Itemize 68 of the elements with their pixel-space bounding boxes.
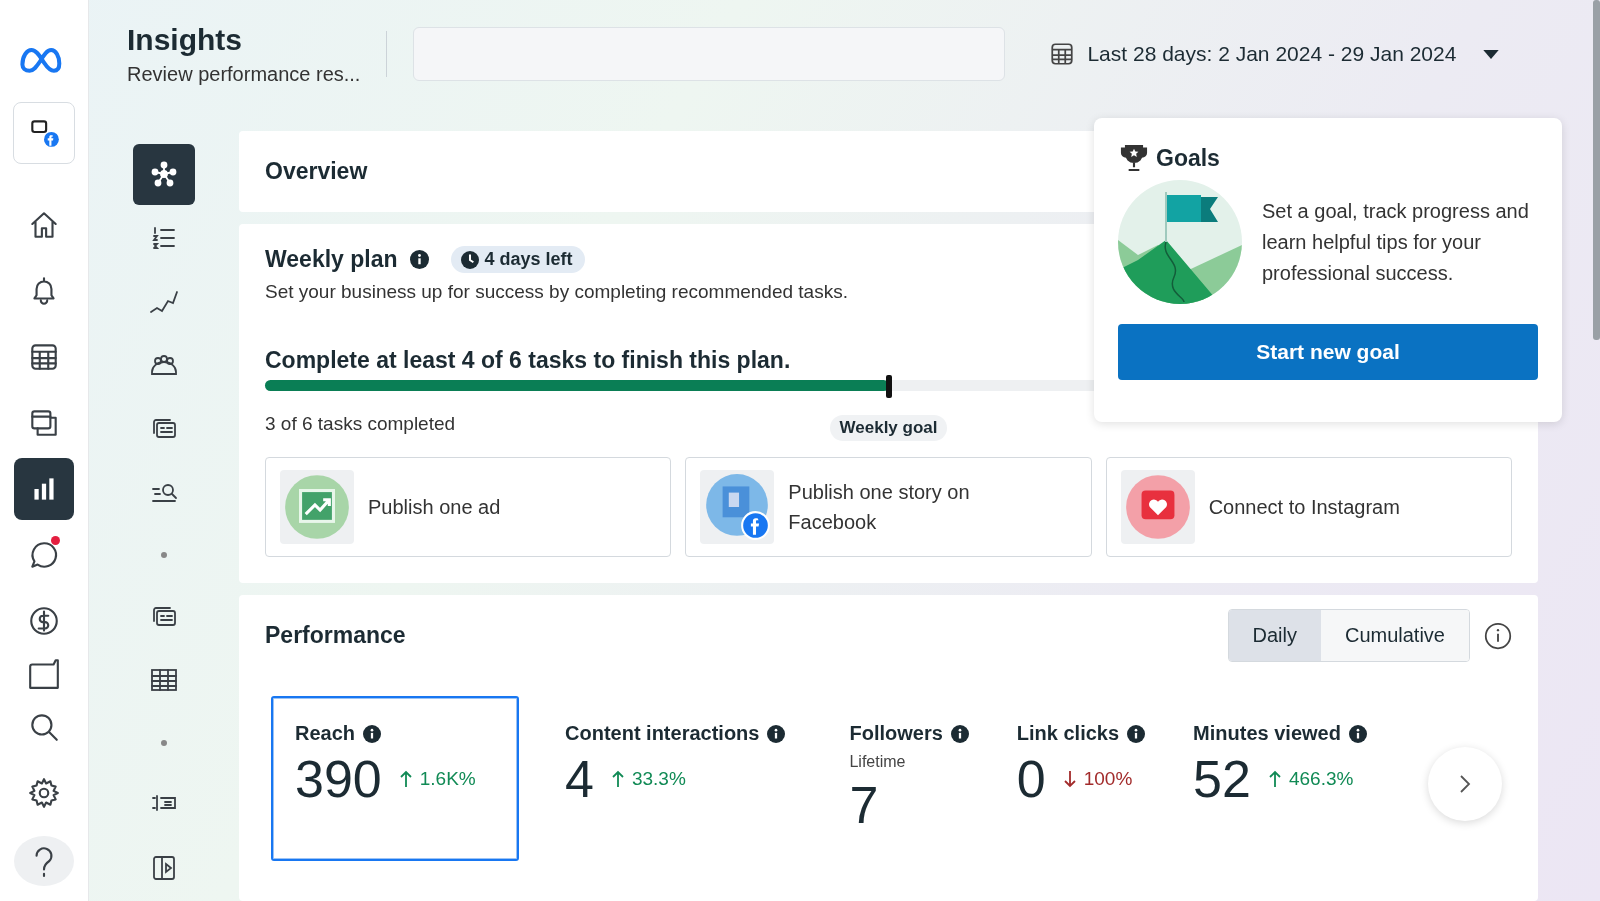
view-toggle-button[interactable]: Daily bbox=[1228, 610, 1321, 661]
metric-label: Followers bbox=[849, 722, 943, 745]
metric-label: Link clicks bbox=[1016, 722, 1120, 745]
settings-icon bbox=[27, 776, 61, 810]
metric-change: 1.6K% bbox=[419, 768, 476, 790]
performance-title: Performance bbox=[265, 622, 407, 649]
account-button[interactable] bbox=[13, 102, 75, 164]
info-icon[interactable] bbox=[363, 724, 382, 743]
progress-text: 3 of 6 tasks completed bbox=[265, 413, 456, 435]
metric-value: 4 bbox=[565, 749, 594, 809]
goal-marker bbox=[885, 375, 892, 398]
metric-value: 52 bbox=[1193, 749, 1251, 809]
metric-label: Minutes viewed bbox=[1193, 722, 1341, 745]
nav-button[interactable] bbox=[133, 144, 195, 205]
view-toggle-button[interactable]: Cumulative bbox=[1320, 610, 1469, 661]
goals-description: Set a goal, track progress and learn helpful tips for your professional success. bbox=[1262, 198, 1530, 286]
notification-dot bbox=[51, 536, 60, 545]
trend-chart-icon bbox=[280, 470, 354, 544]
metric-subtitle: Lifetime bbox=[849, 753, 907, 771]
metric-card[interactable]: Minutes viewed 52 466.3% bbox=[1187, 696, 1369, 861]
metric-card[interactable]: Content interactions 4 33.3% bbox=[559, 696, 788, 861]
chevron-right-icon bbox=[1459, 774, 1471, 794]
story-icon bbox=[700, 470, 775, 544]
metric-value: 7 bbox=[849, 775, 879, 835]
info-icon[interactable] bbox=[1348, 724, 1367, 743]
overview-title: Overview bbox=[265, 158, 368, 185]
card-icon bbox=[27, 657, 61, 691]
info-icon[interactable] bbox=[409, 250, 429, 269]
metric-change: 33.3% bbox=[631, 768, 686, 790]
info-icon[interactable] bbox=[767, 724, 786, 743]
caret-icon bbox=[1482, 48, 1501, 60]
task-card[interactable]: Connect to Instagram bbox=[1105, 457, 1512, 557]
plan-description: Set your business up for success by completing recommended tasks. bbox=[265, 281, 849, 303]
task-label: Connect to Instagram bbox=[1208, 495, 1400, 520]
metric-value: 0 bbox=[1016, 749, 1046, 809]
calendar-icon bbox=[1049, 41, 1076, 67]
metric-card[interactable]: Link clicks 0 100% bbox=[1010, 696, 1148, 861]
task-card[interactable]: Publish one story on Facebook bbox=[685, 457, 1092, 557]
scrollbar[interactable] bbox=[1593, 0, 1600, 340]
goals-title: Goals bbox=[1156, 144, 1220, 172]
task-card[interactable]: Publish one ad bbox=[265, 457, 672, 557]
task-label: Publish one story on Facebook bbox=[788, 480, 971, 535]
info-icon[interactable] bbox=[1127, 724, 1146, 743]
weekly-goal-label: Weekly goal bbox=[829, 415, 948, 441]
date-range-selector[interactable]: Last 28 days: 2 Jan 2024 - 29 Jan 2024 bbox=[1049, 41, 1501, 67]
metric-label: Content interactions bbox=[565, 722, 760, 745]
info-icon[interactable] bbox=[950, 724, 969, 743]
search-field[interactable] bbox=[413, 27, 1006, 81]
task-label: Publish one ad bbox=[368, 495, 501, 520]
days-left-text: 4 days left bbox=[484, 249, 573, 270]
info-icon[interactable] bbox=[1484, 621, 1512, 650]
dot-separator bbox=[161, 552, 167, 559]
page-title: Insights bbox=[127, 22, 243, 57]
dollar-icon bbox=[27, 604, 61, 638]
metric-label: Reach bbox=[295, 722, 356, 745]
metric-card[interactable]: Followers Lifetime 7 bbox=[843, 696, 971, 861]
nav-button[interactable] bbox=[14, 458, 74, 520]
dot-separator bbox=[161, 739, 167, 746]
trophy-icon bbox=[1118, 142, 1150, 174]
goal-text: Complete at least 4 of 6 tasks to finish this plan. bbox=[265, 347, 791, 374]
metric-value: 390 bbox=[295, 749, 382, 809]
metric-card[interactable]: Reach 390 1.6K% bbox=[271, 696, 519, 861]
metric-change: 100% bbox=[1083, 768, 1133, 790]
metric-change: 466.3% bbox=[1288, 768, 1354, 790]
weekly-plan-title: Weekly plan bbox=[265, 246, 398, 273]
page-subtitle: Review performance res... bbox=[127, 62, 361, 86]
clock-icon bbox=[460, 250, 479, 269]
start-new-goal-button[interactable]: Start new goal bbox=[1118, 324, 1538, 380]
